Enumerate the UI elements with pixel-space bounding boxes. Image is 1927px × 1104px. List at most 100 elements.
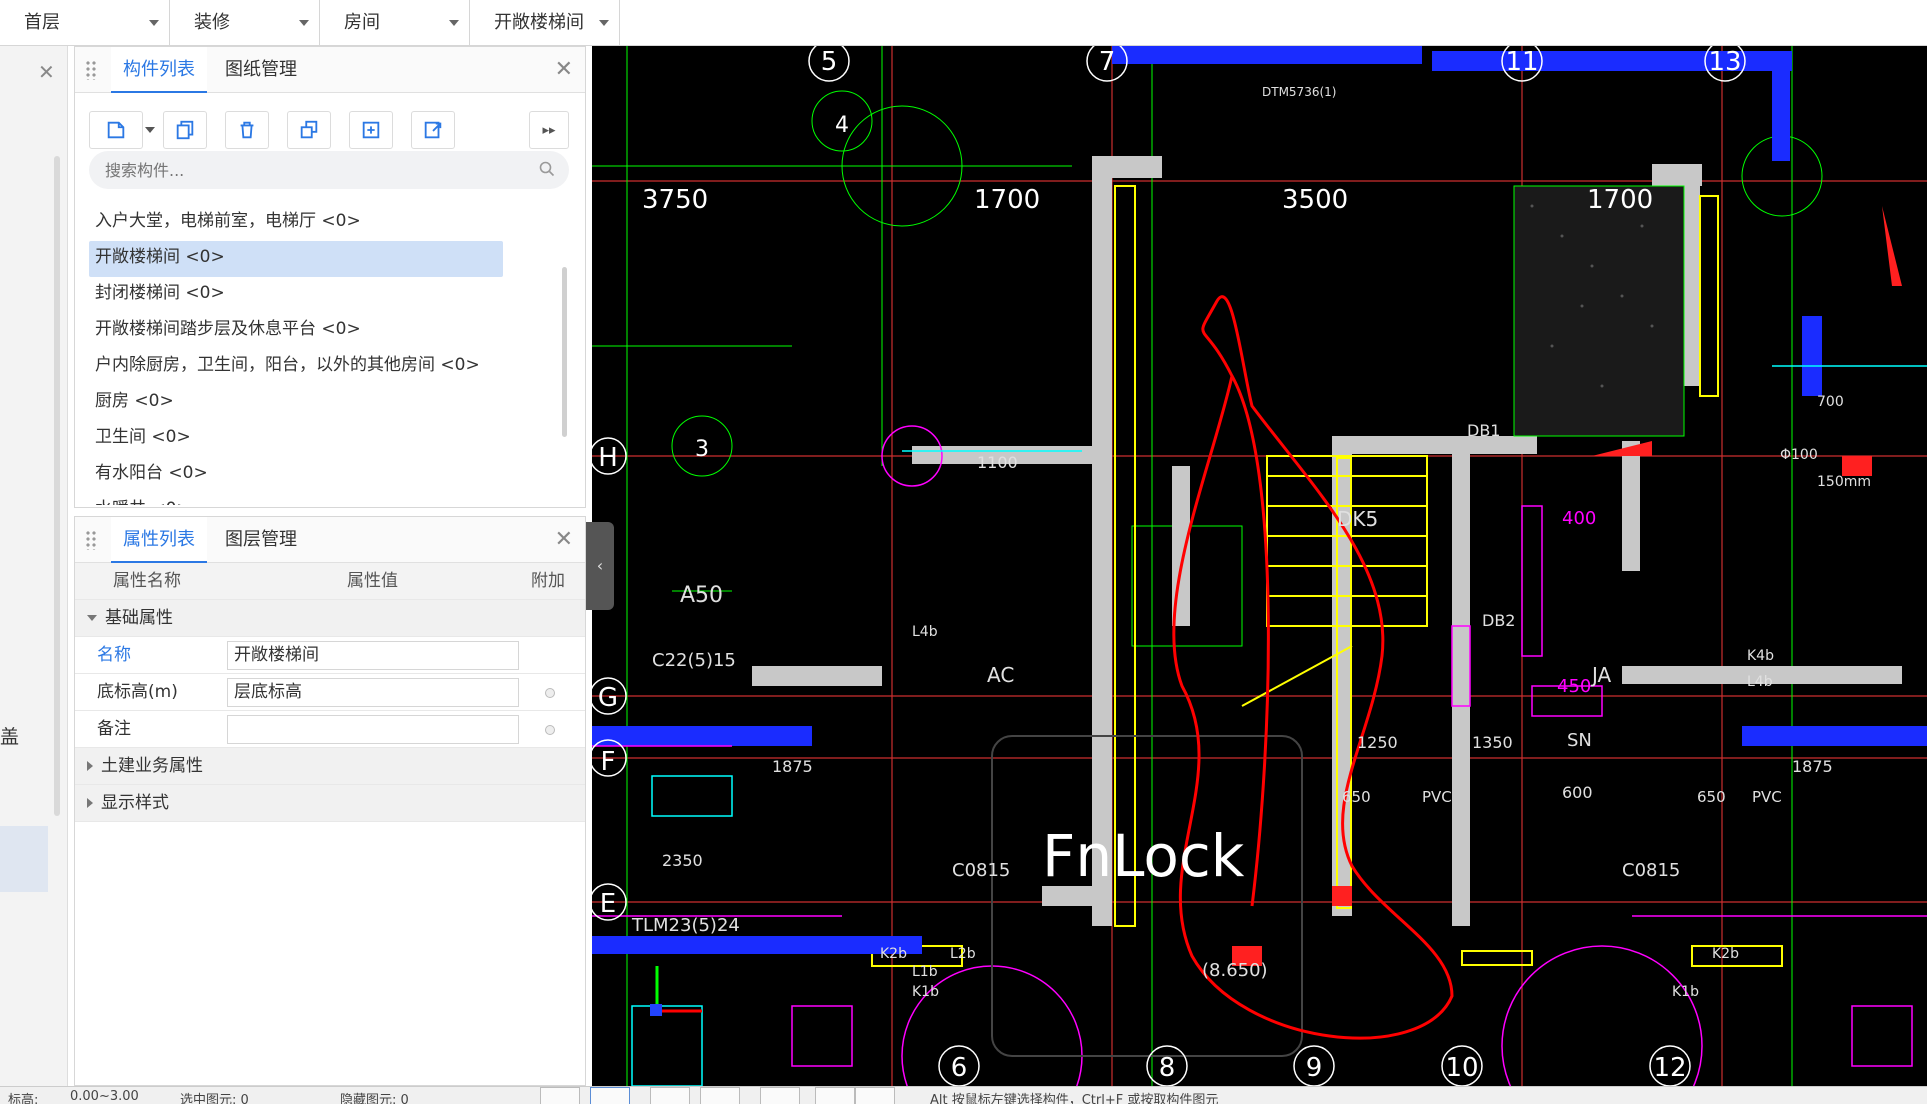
copy-floor-icon (300, 120, 318, 139)
level-label: A50 (680, 583, 723, 608)
delete-button[interactable] (225, 111, 269, 149)
list-item[interactable]: 户内除厨房，卫生间，阳台，以外的其他房间 <0> (89, 349, 579, 385)
selected-nav-item[interactable] (0, 826, 48, 892)
status-tool-button[interactable] (590, 1087, 630, 1104)
column-header-value: 属性值 (347, 571, 398, 591)
column-header-extra: 附加 (531, 571, 565, 591)
pipe-label: PVC (1422, 788, 1452, 806)
status-tool-button[interactable] (760, 1087, 800, 1104)
dimension-label: 2350 (662, 851, 703, 870)
list-item[interactable]: 厨房 <0> (89, 385, 579, 421)
layer-copy-button[interactable] (349, 111, 393, 149)
scrollbar[interactable] (54, 156, 60, 816)
dropdown-icon[interactable] (145, 127, 155, 133)
collapse-panel-button[interactable]: ‹ (586, 522, 614, 610)
dimension-label: 450 (1557, 676, 1591, 697)
group-title: 显示样式 (101, 793, 169, 813)
status-hint: Alt 按鼠标左键选择构件，Ctrl+F 或按取构件图元 (930, 1093, 1219, 1104)
status-tool-button[interactable] (815, 1087, 855, 1104)
chevron-down-icon (449, 20, 459, 26)
chevron-down-icon (599, 20, 609, 26)
category-select[interactable]: 装修 (170, 0, 320, 46)
beam-label: L1b (912, 964, 938, 980)
export-icon (424, 121, 442, 139)
axis-label: 9 (1306, 1053, 1323, 1083)
dimension-label: 3750 (642, 185, 708, 215)
list-item[interactable]: 卫生间 <0> (89, 421, 579, 457)
list-item-selected[interactable]: 开敞楼梯间 <0> (89, 241, 503, 277)
tab-property-list[interactable]: 属性列表 (111, 517, 207, 563)
axis-label: 5 (821, 47, 838, 77)
search-box[interactable] (89, 151, 569, 189)
property-group-basic[interactable]: 基础属性 (75, 600, 585, 637)
drawing-canvas[interactable]: 3750 1700 3500 1700 5 7 11 13 4 3 6 8 9 … (592, 46, 1927, 1086)
axis-label: G (598, 683, 618, 713)
property-group-display[interactable]: 显示样式 (75, 785, 585, 822)
axis-label: 12 (1653, 1053, 1686, 1083)
dimension-label: 1350 (1472, 733, 1513, 752)
export-button[interactable] (411, 111, 455, 149)
property-row: 底标高(m) 层底标高 (75, 674, 585, 711)
status-tool-button[interactable] (700, 1087, 740, 1104)
pipe-label: 650 (1697, 788, 1726, 806)
extra-checkbox[interactable] (545, 688, 555, 698)
axis-label: E (600, 889, 616, 919)
tab-drawing-management[interactable]: 图纸管理 (213, 47, 309, 93)
beam-label: L2b (950, 946, 976, 962)
panel-header: 构件列表 图纸管理 ✕ (75, 47, 585, 93)
new-component-button[interactable] (89, 111, 143, 149)
drag-handle-icon[interactable] (85, 530, 97, 550)
status-tool-button[interactable] (650, 1087, 690, 1104)
list-item[interactable]: 封闭楼梯间 <0> (89, 277, 579, 313)
property-table-header: 属性名称 属性值 附加 (75, 563, 585, 600)
room-label: DK5 (1337, 507, 1378, 531)
property-value-field[interactable] (227, 715, 519, 744)
component-select[interactable]: 开敞楼梯间 (470, 0, 620, 46)
extra-checkbox[interactable] (545, 725, 555, 735)
property-group-civil[interactable]: 土建业务属性 (75, 748, 585, 785)
category-select-value: 装修 (194, 12, 230, 33)
group-title: 基础属性 (105, 608, 173, 628)
search-input[interactable] (105, 151, 525, 189)
list-item[interactable]: 水暖井 <0> (89, 493, 579, 505)
list-item[interactable]: 开敞楼梯间踏步层及休息平台 <0> (89, 313, 579, 349)
property-value-field[interactable]: 层底标高 (227, 678, 519, 707)
close-icon[interactable]: ✕ (555, 527, 573, 552)
circle-label: 3 (695, 437, 709, 462)
copy-icon (176, 120, 194, 140)
group-label: 基础属性 (87, 600, 173, 637)
room-label: DB2 (1482, 611, 1515, 630)
room-label: AC (987, 663, 1014, 687)
property-name: 备注 (97, 719, 131, 739)
tab-component-list[interactable]: 构件列表 (111, 47, 207, 93)
drag-handle-icon[interactable] (85, 60, 97, 80)
room-label: DB1 (1467, 421, 1500, 440)
search-icon[interactable] (539, 161, 555, 177)
close-icon[interactable]: ✕ (38, 60, 55, 84)
status-tool-button[interactable] (855, 1087, 895, 1104)
dimension-label: 700 (1817, 394, 1844, 410)
list-item[interactable]: 有水阳台 <0> (89, 457, 579, 493)
room-label: SN (1567, 730, 1592, 751)
copy-floor-button[interactable] (287, 111, 331, 149)
floor-select[interactable]: 首层 (0, 0, 170, 46)
more-button[interactable]: ▸▸ (529, 111, 569, 149)
status-elevation-value: 0.00~3.00 (70, 1089, 139, 1104)
type-select[interactable]: 房间 (320, 0, 470, 46)
chevron-left-icon: ‹ (596, 556, 604, 575)
beam-label: K2b (1712, 946, 1739, 962)
tab-layer-management[interactable]: 图层管理 (213, 517, 309, 563)
scrollbar[interactable] (562, 267, 567, 437)
status-bar: 标高: 0.00~3.00 选中图元: 0 隐藏图元: 0 Alt 按鼠标左键选… (0, 1086, 1927, 1104)
copy-button[interactable] (163, 111, 207, 149)
panel-header: 属性列表 图层管理 ✕ (75, 517, 585, 563)
layer-copy-icon (362, 121, 380, 139)
property-value-field[interactable]: 开敞楼梯间 (227, 641, 519, 670)
beam-label: K1b (912, 984, 939, 1000)
list-item[interactable]: 入户大堂，电梯前室，电梯厅 <0> (89, 205, 579, 241)
column-header-name: 属性名称 (113, 571, 181, 591)
status-tool-button[interactable] (540, 1087, 580, 1104)
floor-select-value: 首层 (24, 12, 60, 33)
axis-label: 6 (951, 1053, 968, 1083)
close-icon[interactable]: ✕ (555, 57, 573, 82)
